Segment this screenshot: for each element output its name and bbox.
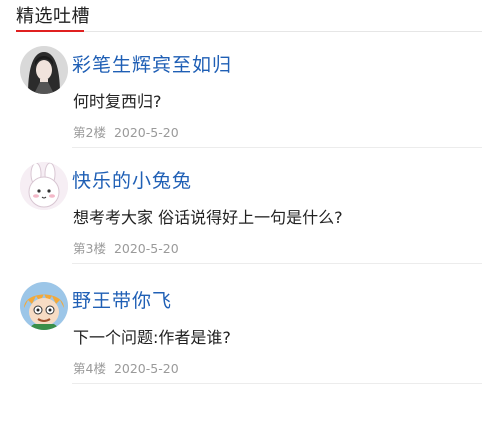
comment-meta: 第3楼 2020-5-20 [73,238,179,257]
comment-item: 彩笔生辉宾至如归 何时复西归? 第2楼 2020-5-20 [16,32,482,148]
comment-floor: 第2楼 [73,125,106,140]
comment-floor: 第3楼 [73,241,106,256]
comment-floor: 第4楼 [73,361,106,376]
comment-text: 下一个问题:作者是谁? [73,328,231,347]
comment-date: 2020-5-20 [113,125,179,140]
comment-date: 2020-5-20 [113,241,179,256]
section-title: 精选吐槽 [16,6,90,27]
comment-divider [72,383,482,384]
cartoon-kid-avatar-icon [20,282,68,330]
white-bunny-avatar-icon [20,162,68,210]
avatar[interactable] [20,46,68,94]
comment-text: 何时复西归? [73,92,162,111]
comment-item: 快乐的小兔兔 想考考大家 俗话说得好上一句是什么? 第3楼 2020-5-20 [16,148,482,264]
comment-divider [72,263,482,264]
comment-meta: 第2楼 2020-5-20 [73,122,179,141]
avatar[interactable] [20,282,68,330]
comment-username[interactable]: 野王带你飞 [72,286,172,313]
comment-username[interactable]: 彩笔生辉宾至如归 [72,50,232,77]
comment-date: 2020-5-20 [113,361,179,376]
section-header: 精选吐槽 [0,0,482,34]
comment-meta: 第4楼 2020-5-20 [73,358,179,377]
dark-haired-character-avatar-icon [20,46,68,94]
comments-page: 精选吐槽 彩笔生辉宾至如归 何时复西归? 第2楼 2020-5-20 快乐的小兔… [0,0,500,423]
comment-username[interactable]: 快乐的小兔兔 [72,166,192,193]
avatar[interactable] [20,162,68,210]
comment-item: 野王带你飞 下一个问题:作者是谁? 第4楼 2020-5-20 [16,268,482,384]
comment-text: 想考考大家 俗话说得好上一句是什么? [73,208,343,227]
